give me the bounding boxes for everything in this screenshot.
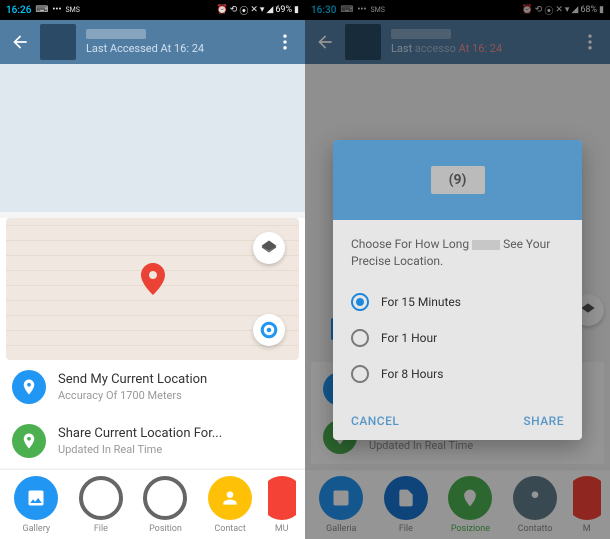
duration-dialog: (9) Choose For How Long See Your Precise… [333,140,582,440]
contact-icon [208,476,252,520]
send-location-subtitle: Accuracy Of 1700 Meters [58,389,207,402]
attach-contact[interactable]: Contact [203,476,257,534]
contact-avatar[interactable] [40,24,76,60]
music-icon [268,476,296,520]
attach-position[interactable]: Position [138,476,192,534]
send-location-title: Send My Current Location [58,372,207,387]
dialog-header: (9) [333,140,582,220]
gallery-label: Gallery [23,524,51,534]
radio-label: For 1 Hour [381,331,437,345]
share-location-subtitle: Updated In Real Time [58,443,222,456]
option-1-hour[interactable]: For 1 Hour [351,320,564,356]
location-send-icon [12,370,46,404]
signal-icon: ◢ [266,5,273,15]
battery-pct: 69% [275,5,292,15]
map-pin-icon [141,263,165,299]
map-section: Send My Current Location Accuracy Of 170… [0,218,305,468]
send-current-location[interactable]: Send My Current Location Accuracy Of 170… [0,360,305,414]
last-accessed-label: Last Accessed At 16: 24 [86,42,273,55]
file-icon [79,476,123,520]
radio-icon [351,329,369,347]
share-live-location[interactable]: Share Current Location For... Updated In… [0,414,305,468]
position-label: Position [149,524,182,534]
radio-label: For 8 Hours [381,367,443,381]
screen-right: 16:30 ⌨ ••• SMS ⏰ ⟲ ⦿ ✕ ▾ ◢ 68% ▮ Last a… [305,0,610,539]
radio-label: For 15 Minutes [381,295,461,309]
screen-left: 16:26 ⌨ ••• SMS ⏰ ⟲ ⦿ ✕ ▾ ◢ 69% ▮ Last A… [0,0,305,539]
radio-icon [351,293,369,311]
attach-music[interactable]: MU [268,476,296,534]
redacted-name [472,240,500,250]
contact-name-redacted [86,29,146,39]
radio-icon [351,365,369,383]
chat-background [0,64,305,212]
menu-button[interactable] [273,30,297,54]
option-8-hours[interactable]: For 8 Hours [351,356,564,392]
battery-icon: ▮ [294,5,299,15]
sync-icon: ⟲ [230,5,238,15]
music-label: MU [275,524,289,534]
cancel-button[interactable]: CANCEL [351,414,399,428]
attach-file[interactable]: File [74,476,128,534]
location-share-icon [12,424,46,458]
small-icon: SMS [66,6,80,14]
map-layers-button[interactable] [253,232,285,264]
alarm-icon: ⏰ [217,5,228,15]
dialog-actions: CANCEL SHARE [333,402,582,440]
app-header: Last Accessed At 16: 24 [0,20,305,64]
attachment-bar: Gallery File Position Contact MU [0,469,305,539]
map-view[interactable] [6,218,299,360]
status-time: 16:26 [6,5,31,16]
contact-info[interactable]: Last Accessed At 16: 24 [86,29,273,55]
keyboard-icon: ⌨ [35,5,48,15]
back-button[interactable] [8,30,32,54]
dialog-avatar: (9) [431,166,485,194]
more-icon: ••• [52,5,61,15]
option-15-minutes[interactable]: For 15 Minutes [351,284,564,320]
status-bar: 16:26 ⌨ ••• SMS ⏰ ⟲ ⦿ ✕ ▾ ◢ 69% ▮ [0,0,305,20]
map-locate-button[interactable] [253,314,285,346]
location-icon: ⦿ [239,4,248,17]
file-label: File [94,524,108,534]
mute-icon: ✕ [250,5,258,15]
share-location-title: Share Current Location For... [58,426,222,441]
position-icon [143,476,187,520]
contact-label: Contact [214,524,245,534]
wifi-icon: ▾ [260,5,265,15]
gallery-icon [14,476,58,520]
dialog-body: Choose For How Long See Your Precise Loc… [333,220,582,402]
attach-gallery[interactable]: Gallery [9,476,63,534]
dialog-prompt: Choose For How Long See Your Precise Loc… [351,236,564,270]
share-button[interactable]: SHARE [523,414,564,428]
